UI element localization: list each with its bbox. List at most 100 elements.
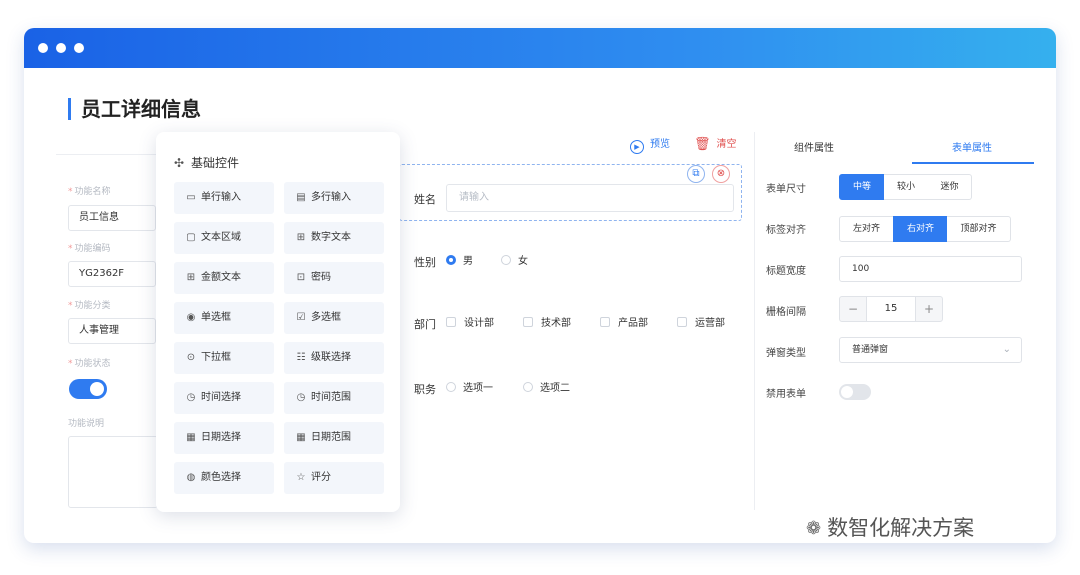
number-text-icon: ⊞ xyxy=(296,232,306,243)
page-title: 员工详细信息 xyxy=(68,98,201,120)
disable-form-toggle[interactable] xyxy=(839,384,871,400)
control-item[interactable]: ⊞ 数字文本 xyxy=(284,222,384,254)
window-dot-icon[interactable] xyxy=(38,43,48,53)
control-item[interactable]: ☑ 多选框 xyxy=(284,302,384,334)
radio-icon xyxy=(523,382,533,392)
multi-line-input-icon: ▤ xyxy=(296,192,306,203)
field-label-function-category: * 功能分类 xyxy=(68,301,111,311)
checkbox-icon xyxy=(600,317,610,327)
control-label: 评分 xyxy=(311,472,331,483)
control-item[interactable]: ▦ 日期范围 xyxy=(284,422,384,454)
field-label-function-desc: 功能说明 xyxy=(68,419,105,429)
grid-gap-minus-button[interactable]: − xyxy=(839,296,867,322)
clear-button[interactable]: 🗑 清空 xyxy=(694,138,737,152)
control-item[interactable]: ◍ 颜色选择 xyxy=(174,462,274,494)
checkbox-icon xyxy=(446,317,456,327)
gender-label: 性别 xyxy=(414,256,436,269)
control-item[interactable]: ⊙ 下拉框 xyxy=(174,342,274,374)
control-item[interactable]: ◷ 时间选择 xyxy=(174,382,274,414)
control-item[interactable]: ◉ 单选框 xyxy=(174,302,274,334)
control-label: 日期范围 xyxy=(311,432,351,443)
job-option-1[interactable]: 选项一 xyxy=(446,382,493,395)
control-item[interactable]: ☷ 级联选择 xyxy=(284,342,384,374)
wechat-icon: ❁ xyxy=(806,518,822,539)
function-code-field[interactable]: YG2362F xyxy=(68,261,156,287)
name-input[interactable]: 请输入 xyxy=(446,184,734,212)
control-item[interactable]: ⊞ 金额文本 xyxy=(174,262,274,294)
function-category-field[interactable]: 人事管理 xyxy=(68,318,156,344)
gender-option-male[interactable]: 男 xyxy=(446,255,473,268)
form-size-medium[interactable]: 中等 xyxy=(839,174,885,200)
control-label: 密码 xyxy=(311,272,331,283)
toggle-knob xyxy=(90,382,104,396)
dropdown-icon: ⊙ xyxy=(186,352,196,363)
form-size-small[interactable]: 较小 xyxy=(884,174,929,200)
dept-option-design[interactable]: 设计部 xyxy=(446,317,494,330)
color-select-icon: ◍ xyxy=(186,472,196,483)
copy-icon[interactable]: ⧉ xyxy=(687,165,705,183)
title-width-input[interactable]: 100 xyxy=(839,256,1022,282)
control-item[interactable]: ▤ 多行输入 xyxy=(284,182,384,214)
popup-type-select[interactable]: 普通弹窗 ⌄ xyxy=(839,337,1022,363)
dept-option-product[interactable]: 产品部 xyxy=(600,317,648,330)
popup-type-label: 弹窗类型 xyxy=(766,348,806,359)
time-select-icon: ◷ xyxy=(186,392,196,403)
control-item[interactable]: ▭ 单行输入 xyxy=(174,182,274,214)
label-align-top[interactable]: 顶部对齐 xyxy=(947,216,1011,242)
delete-icon[interactable]: ⊗ xyxy=(712,165,730,183)
control-label: 文本区域 xyxy=(201,232,241,243)
trash-icon: 🗑 xyxy=(694,137,711,152)
window-dot-icon[interactable] xyxy=(56,43,66,53)
control-label: 单行输入 xyxy=(201,192,241,203)
control-item[interactable]: ⊡ 密码 xyxy=(284,262,384,294)
radio-icon: ◉ xyxy=(186,312,196,323)
tab-form-props[interactable]: 表单属性 xyxy=(952,142,992,156)
preview-button[interactable]: ▶ 预览 xyxy=(630,138,670,154)
control-item[interactable]: ◷ 时间范围 xyxy=(284,382,384,414)
control-label: 颜色选择 xyxy=(201,472,241,483)
window-dot-icon[interactable] xyxy=(74,43,84,53)
single-line-input-icon: ▭ xyxy=(186,192,196,203)
control-label: 数字文本 xyxy=(311,232,351,243)
function-desc-textarea[interactable] xyxy=(68,436,158,508)
control-label: 多选框 xyxy=(311,312,341,323)
date-range-icon: ▦ xyxy=(296,432,306,443)
function-status-toggle[interactable] xyxy=(69,379,107,399)
disable-form-label: 禁用表单 xyxy=(766,389,806,400)
date-select-icon: ▦ xyxy=(186,432,196,443)
label-align-label: 标签对齐 xyxy=(766,225,806,236)
job-option-2[interactable]: 选项二 xyxy=(523,382,570,395)
checkbox-icon xyxy=(523,317,533,327)
popup-header: ✣ 基础控件 xyxy=(174,156,240,170)
dept-option-tech[interactable]: 技术部 xyxy=(523,317,571,330)
control-label: 多行输入 xyxy=(311,192,351,203)
cascade-select-icon: ☷ xyxy=(296,352,306,363)
password-icon: ⊡ xyxy=(296,272,306,283)
form-size-mini[interactable]: 迷你 xyxy=(928,174,972,200)
grid-gap-plus-button[interactable]: + xyxy=(915,296,943,322)
control-label: 单选框 xyxy=(201,312,231,323)
chevron-down-icon: ⌄ xyxy=(1002,344,1011,355)
amount-text-icon: ⊞ xyxy=(186,272,196,283)
function-name-field[interactable]: 员工信息 xyxy=(68,205,156,231)
radio-selected-icon xyxy=(446,255,456,265)
control-label: 级联选择 xyxy=(311,352,351,363)
title-width-label: 标题宽度 xyxy=(766,266,806,277)
control-label: 金额文本 xyxy=(201,272,241,283)
field-label-function-status: * 功能状态 xyxy=(68,359,111,369)
label-align-right[interactable]: 右对齐 xyxy=(893,216,948,242)
gender-option-female[interactable]: 女 xyxy=(501,255,528,268)
control-item[interactable]: ▦ 日期选择 xyxy=(174,422,274,454)
dept-option-ops[interactable]: 运营部 xyxy=(677,317,725,330)
field-label-function-code: * 功能编码 xyxy=(68,244,111,254)
active-tab-indicator xyxy=(912,162,1034,164)
control-item[interactable]: ▢ 文本区域 xyxy=(174,222,274,254)
grid-gap-input[interactable]: 15 xyxy=(866,296,916,322)
tab-component-props[interactable]: 组件属性 xyxy=(794,142,834,156)
label-align-left[interactable]: 左对齐 xyxy=(839,216,894,242)
basic-controls-popup: ✣ 基础控件 ▭ 单行输入 ▤ 多行输入 ▢ 文本区域 ⊞ 数字文本 ⊞ 金额文本 ⊡ 密码 ◉ 单选框 ☑ 多… xyxy=(156,132,400,512)
text-area-icon: ▢ xyxy=(186,232,196,243)
radio-icon xyxy=(501,255,511,265)
control-item[interactable]: ☆ 评分 xyxy=(284,462,384,494)
window-titlebar xyxy=(24,28,1056,68)
